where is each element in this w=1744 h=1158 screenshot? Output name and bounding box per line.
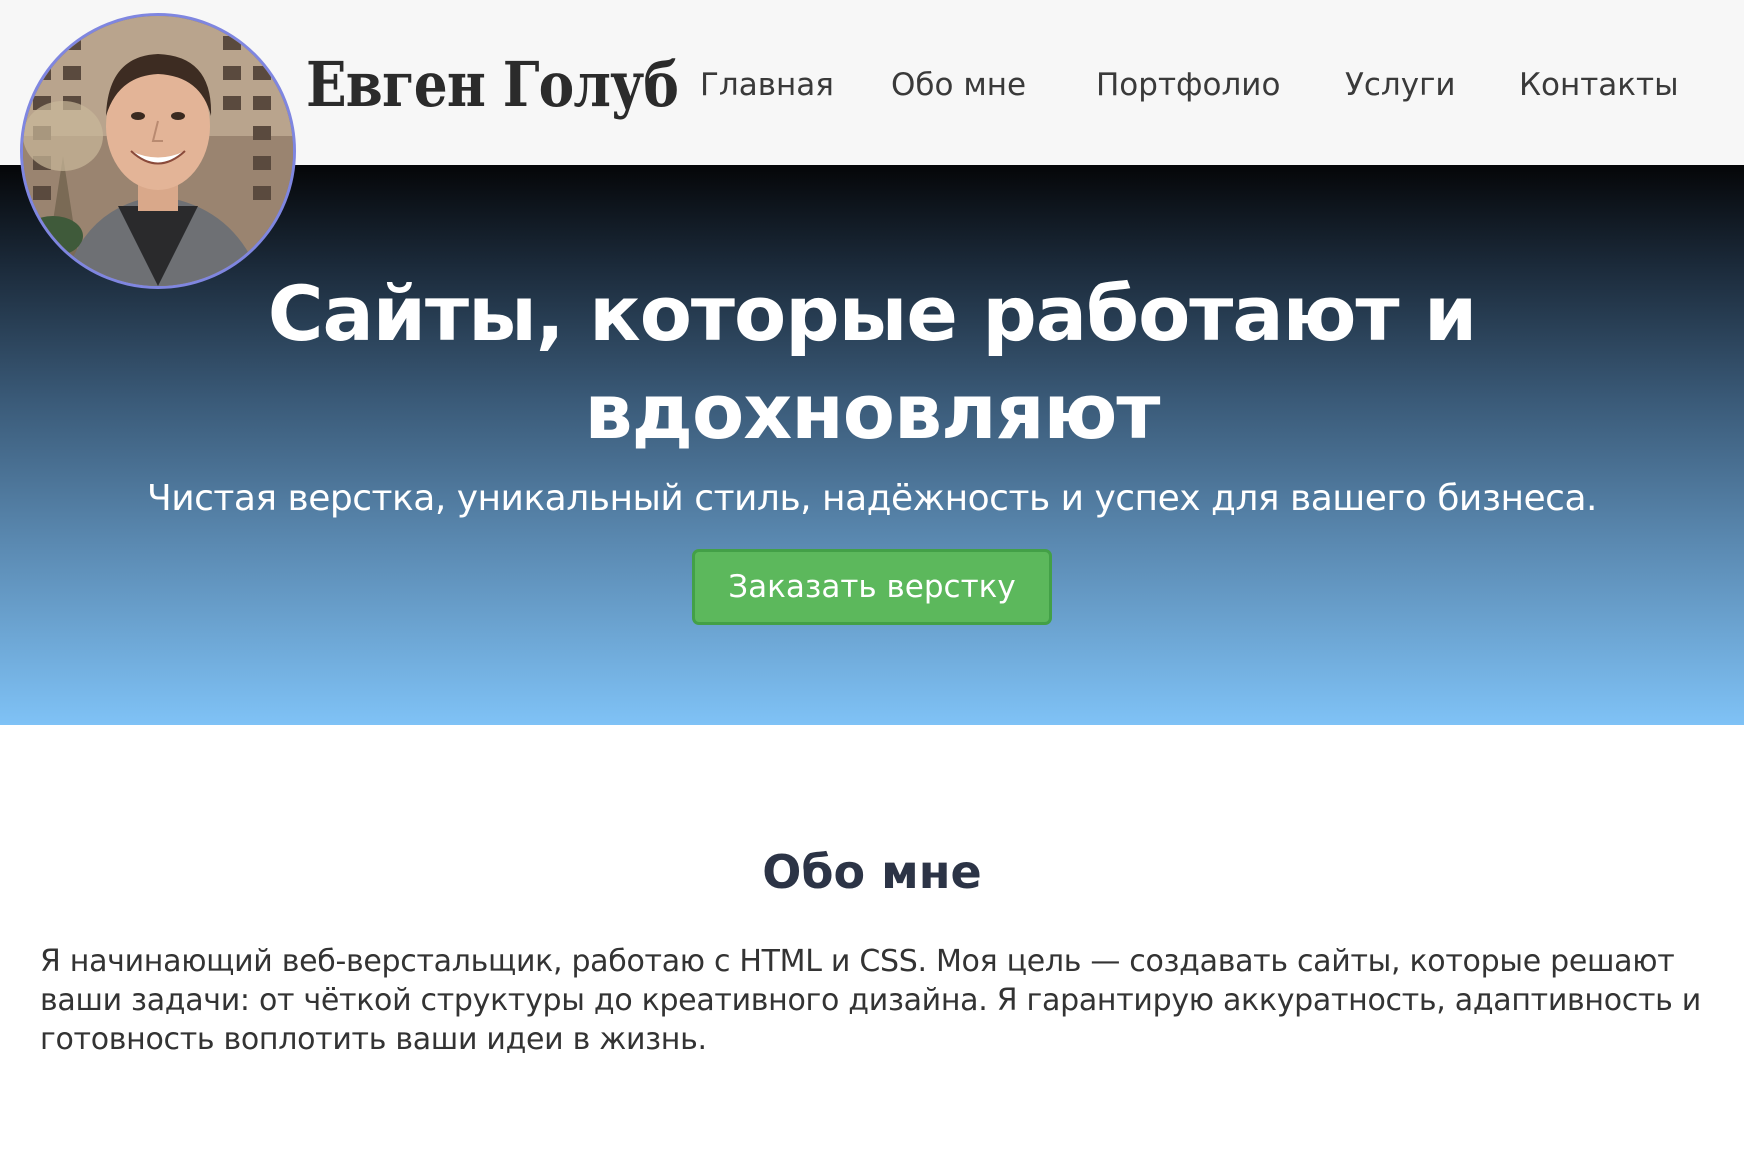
hero-subtitle: Чистая верстка, уникальный стиль, надёжн…: [147, 478, 1597, 519]
hero-section: Сайты, которые работают и вдохновляют Чи…: [0, 165, 1744, 725]
nav-link-home[interactable]: Главная: [700, 67, 834, 103]
about-text: Я начинающий веб-верстальщик, работаю с …: [40, 944, 1701, 1057]
nav-link-services[interactable]: Услуги: [1345, 67, 1456, 103]
nav-link-contacts[interactable]: Контакты: [1519, 67, 1679, 103]
nav-link-portfolio[interactable]: Портфолио: [1096, 67, 1280, 103]
nav-link-about[interactable]: Обо мне: [891, 67, 1026, 103]
about-title: Обо мне: [762, 845, 982, 899]
avatar: [20, 13, 296, 289]
site-name[interactable]: Евген Голуб: [306, 48, 679, 121]
order-layout-button[interactable]: Заказать верстку: [692, 549, 1052, 625]
page: Евген Голуб Главная Обо мне Портфолио Ус…: [0, 0, 1744, 1158]
avatar-photo: [23, 16, 293, 286]
hero-title: Сайты, которые работают и вдохновляют: [267, 269, 1478, 456]
